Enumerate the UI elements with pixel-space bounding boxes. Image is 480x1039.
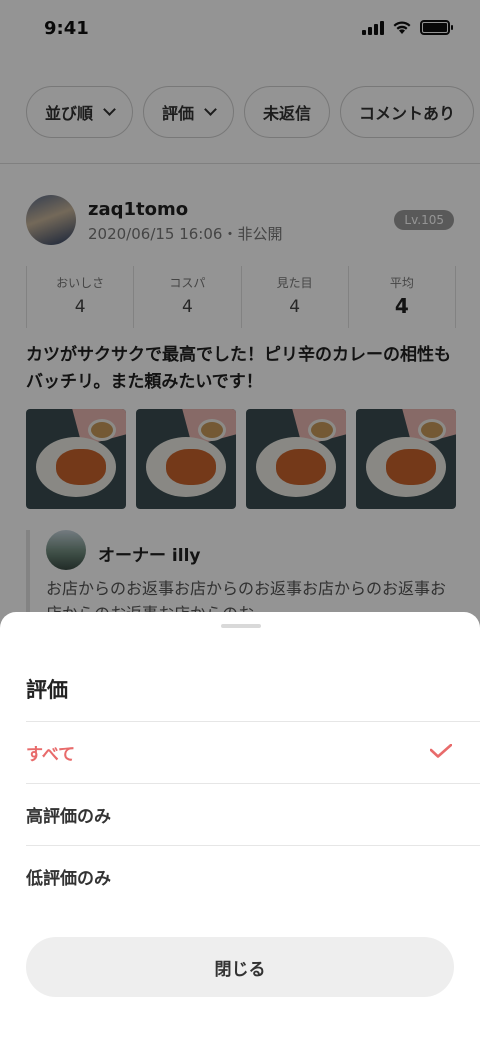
sheet-title: 評価 [26,678,68,702]
option-label: 高評価のみ [26,807,111,827]
option-low-rating[interactable]: 低評価のみ [26,845,480,907]
close-button[interactable]: 閉じる [26,937,454,997]
sheet-drag-handle[interactable] [221,624,261,628]
rating-filter-sheet: 評価 すべて 高評価のみ 低評価のみ 閉じる [0,612,480,1039]
option-all[interactable]: すべて [26,721,480,783]
checkmark-icon [430,744,452,758]
option-high-rating[interactable]: 高評価のみ [26,783,480,845]
option-label: 低評価のみ [26,869,111,889]
option-label: すべて [26,745,76,765]
